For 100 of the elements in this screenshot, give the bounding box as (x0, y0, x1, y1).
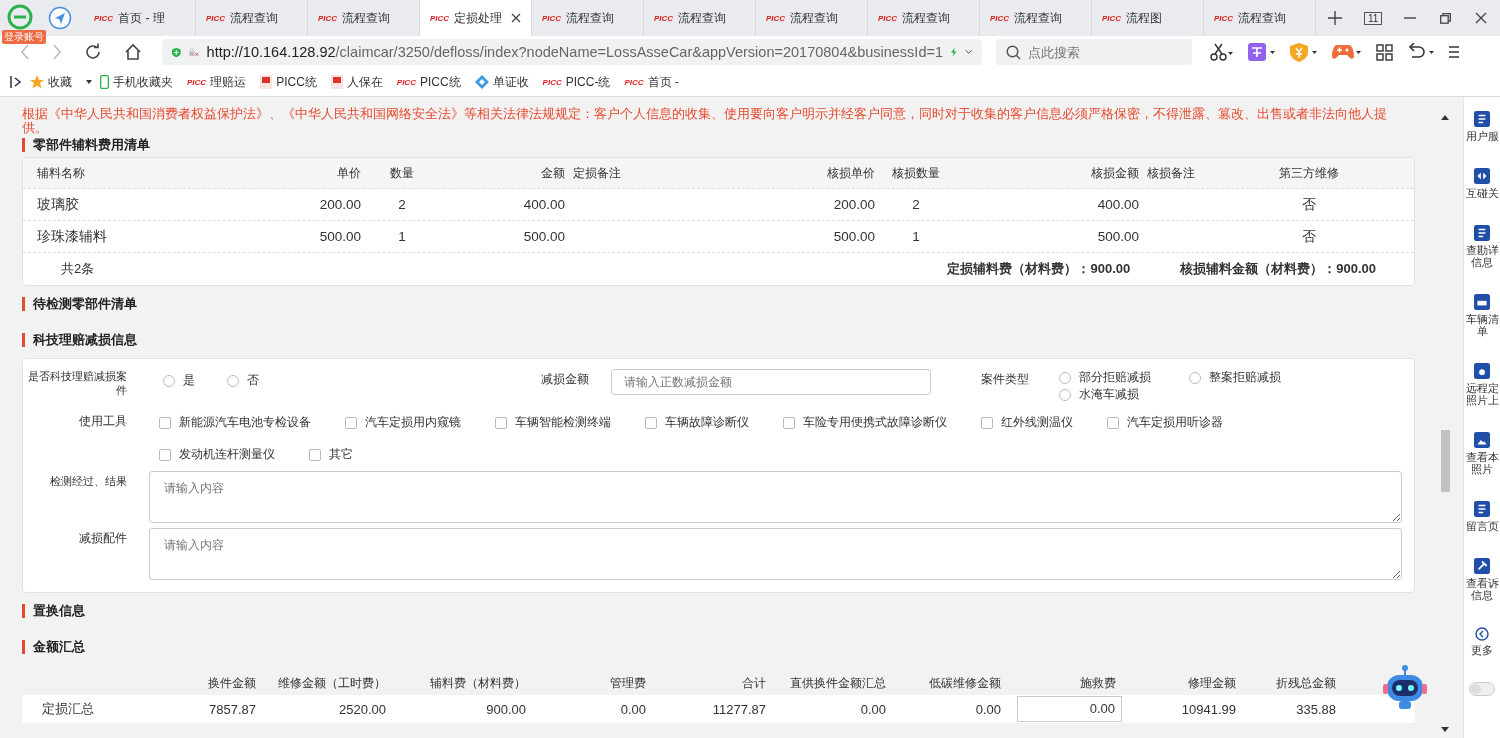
tab-title: 流程查询 (1014, 9, 1064, 27)
section-title: 零部件辅料费用清单 (33, 136, 150, 154)
checkbox-option[interactable]: 其它 (309, 443, 353, 463)
sidebar-toggle-icon[interactable] (10, 76, 22, 88)
browser-tab[interactable]: PICC 流程查询 (532, 0, 644, 36)
column-header: 换件金额 (207, 674, 257, 692)
scroll-down-icon[interactable] (1441, 727, 1449, 732)
toggle-switch[interactable] (1469, 682, 1495, 696)
table-cell-text: 0.00 (619, 701, 647, 717)
radio-option[interactable]: 水淹车减损 (1059, 386, 1139, 403)
checkbox-option[interactable]: 车险专用便携式故障诊断仪 (783, 411, 947, 431)
side-tool-label[interactable]: 远程定照片上 (1465, 382, 1499, 406)
close-icon[interactable] (511, 13, 521, 23)
side-tool-label[interactable]: 用户服 (1465, 130, 1499, 142)
parts-textarea[interactable]: 请输入内容 (149, 528, 1402, 580)
undo-icon[interactable] (1407, 43, 1435, 61)
image-icon[interactable] (1474, 432, 1490, 448)
gamepad-icon[interactable] (1332, 44, 1362, 60)
amount-input[interactable]: 请输入正数减损金额 (611, 369, 931, 395)
scroll-up-icon[interactable] (1441, 115, 1449, 120)
checkbox-option[interactable]: 车辆智能检测终端 (495, 411, 611, 431)
browser-tab[interactable]: PICC 流程图 (1092, 0, 1204, 36)
grid-icon[interactable] (1376, 43, 1393, 61)
table-cell-text: 500.00 (318, 229, 362, 244)
new-tab-icon[interactable] (1328, 11, 1342, 25)
browser-tab[interactable]: PICC 流程查询 (644, 0, 756, 36)
gavel-icon[interactable] (1474, 558, 1490, 574)
doc-icon[interactable] (1474, 111, 1490, 127)
browser-tab[interactable]: PICC 流程查询 (868, 0, 980, 36)
browser-tab[interactable]: PICC 流程查询 (196, 0, 308, 36)
bookmark-logo: PICC (187, 77, 207, 87)
tab-title: 流程查询 (342, 9, 392, 27)
checkbox-option[interactable]: 发动机连杆测量仪 (159, 443, 275, 463)
table-cell-text: 珍珠漆辅料 (36, 227, 108, 246)
link-icon[interactable] (1474, 168, 1490, 184)
translate-icon[interactable] (1248, 43, 1276, 61)
side-tool-label[interactable]: 留言页 (1465, 520, 1499, 532)
column-header: 单价 (336, 164, 362, 182)
browser-tab[interactable]: PICC 流程查询 (980, 0, 1092, 36)
table-cell-text: 1 (911, 229, 921, 244)
checkbox-option[interactable]: 车辆故障诊断仪 (645, 411, 749, 431)
column-header: 核损金额 (1090, 164, 1140, 182)
tab-logo: PICC (542, 13, 562, 23)
radio-option[interactable]: 部分拒赔减损 (1059, 369, 1151, 386)
section-title: 科技理赔减损信息 (33, 331, 137, 349)
browser-tab[interactable]: PICC 流程查询 (756, 0, 868, 36)
table-cell-text: 500.00 (522, 229, 566, 244)
column-header: 修理金额 (1187, 674, 1237, 692)
tab-logo: PICC (654, 13, 674, 23)
chevron-down-icon[interactable] (964, 48, 972, 56)
phone-icon (100, 75, 109, 89)
bookmark-logo: PICC (542, 77, 562, 87)
column-header: 管理费 (609, 674, 647, 692)
field-label: 检测经过、结果 (49, 474, 128, 488)
table-cell-text: 10941.99 (1180, 701, 1237, 717)
star-icon (30, 75, 44, 89)
caret-down-icon[interactable] (86, 80, 92, 84)
robot-assistant-icon[interactable] (1383, 664, 1427, 710)
scrollbar-thumb[interactable] (1440, 430, 1450, 492)
column-header: 核损数量 (891, 164, 941, 182)
table-cell-text: 0.00 (974, 701, 1002, 717)
lock-off-icon (188, 45, 199, 59)
tab-title: 流程查询 (1238, 9, 1288, 27)
minimize-icon[interactable] (1404, 17, 1417, 19)
radio-option[interactable]: 否 (227, 369, 259, 389)
radio-option[interactable]: 整案拒赔减损 (1189, 369, 1281, 386)
radio-option[interactable]: 是 (163, 369, 195, 389)
checkbox-option[interactable]: 红外线测温仪 (981, 411, 1073, 431)
browser-tab[interactable]: PICC 首页 - 理 (84, 0, 196, 36)
rescue-fee-input[interactable]: 0.00 (1017, 696, 1122, 722)
privacy-notice: 根据《中华人民共和国消费者权益保护法》、《中华人民共和国网络安全法》等相关法律法规规定：客户个人信息的收集、使用要向客户明示并经客户同意，同时对于收集的客户信息必须严格保密，不得泄露、篡改、出售或者非法向他人提供。 (22, 107, 1388, 135)
browser-tab[interactable]: PICC 流程查询 (1204, 0, 1316, 36)
url-text: http://10.164.128.92/claimcar/3250/defloss/index?nodeName=LossAsseCar&appVersion=20170804&businessId=1 (206, 44, 943, 60)
side-tool-label[interactable]: 互碰关 (1465, 187, 1499, 199)
side-tool-label[interactable]: 查看诉信息 (1465, 577, 1499, 601)
result-textarea[interactable]: 请输入内容 (149, 471, 1402, 523)
doc-icon[interactable] (1474, 225, 1490, 241)
checkbox-option[interactable]: 汽车定损用听诊器 (1107, 411, 1223, 431)
bookmark-label: 手机收藏夹 (113, 73, 173, 91)
field-label: 减损配件 (78, 530, 128, 545)
table-cell-text: 500.00 (1096, 229, 1140, 244)
search-field[interactable]: 点此搜索 (996, 39, 1192, 65)
logo-icon (260, 75, 273, 89)
home-icon[interactable] (124, 43, 142, 61)
side-tool-label[interactable]: 更多 (1465, 644, 1499, 656)
side-tool-label[interactable]: 车辆清单 (1465, 313, 1499, 337)
close-icon[interactable] (1475, 12, 1488, 24)
side-tool-label[interactable]: 查看本照片 (1465, 451, 1499, 475)
tab-count[interactable]: 11 (1364, 11, 1383, 25)
restore-icon[interactable] (1440, 12, 1452, 24)
scissors-icon[interactable] (1210, 43, 1234, 61)
reload-icon[interactable] (84, 43, 102, 61)
browser-tab[interactable]: PICC 定损处理 (420, 0, 532, 36)
checkbox-option[interactable]: 新能源汽车电池专检设备 (159, 411, 311, 431)
doc-icon[interactable] (1474, 501, 1490, 517)
side-tool-label[interactable]: 查勘详信息 (1465, 244, 1499, 268)
menu-icon[interactable] (1449, 45, 1459, 59)
address-bar[interactable]: http://10.164.128.92/claimcar/3250/defloss/index?nodeName=LossAsseCar&appVersion=20170804&businessId=1 (162, 39, 982, 65)
back-circle-icon[interactable] (1475, 627, 1489, 641)
checkbox-option[interactable]: 汽车定损用内窥镜 (345, 411, 461, 431)
